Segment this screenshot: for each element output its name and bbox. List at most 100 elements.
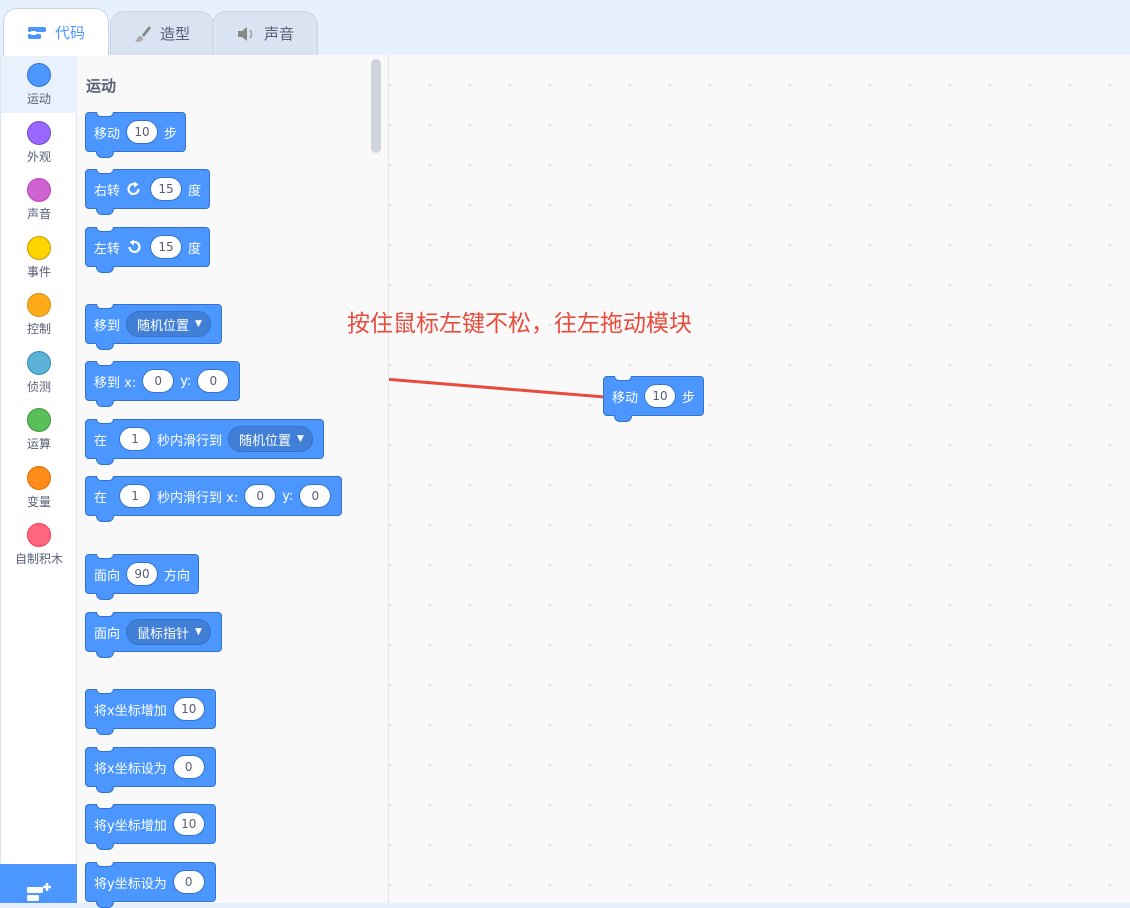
tab-code[interactable]: 代码 <box>3 8 109 56</box>
dx-input[interactable]: 10 <box>172 697 205 721</box>
dropdown-value: 鼠标指针 <box>137 626 190 642</box>
block-text: y: <box>282 488 294 504</box>
tab-costumes-label: 造型 <box>159 25 190 43</box>
variables-dot-icon <box>27 466 51 490</box>
block-text: 步 <box>682 390 696 406</box>
category-label: 变量 <box>26 495 51 509</box>
seconds-input[interactable]: 1 <box>119 427 152 451</box>
block-text: 将y坐标增加 <box>94 818 167 834</box>
dy-input[interactable]: 10 <box>172 812 205 836</box>
block-set-x[interactable]: 将x坐标设为 0 <box>85 747 216 793</box>
caret-down-icon: ▼ <box>297 434 304 444</box>
add-extension-icon <box>25 882 53 906</box>
category-looks[interactable]: 外观 <box>1 113 77 171</box>
category-label: 事件 <box>26 265 51 279</box>
category-menu: 运动 外观 声音 事件 控制 侦测 运算 变量 自制积木 <box>0 55 77 903</box>
category-label: 运算 <box>26 437 51 451</box>
palette-scrollbar[interactable] <box>371 59 381 153</box>
caret-down-icon: ▼ <box>195 319 202 329</box>
block-glide-xy[interactable]: 在 1 秒内滑行到 x: 0 y: 0 <box>85 476 343 522</box>
block-text: 秒内滑行到 <box>157 433 223 449</box>
block-point-direction[interactable]: 面向 90 方向 <box>85 554 200 600</box>
editor-tabs: 代码 造型 声音 <box>0 0 1130 56</box>
block-text: 面向 <box>94 568 121 584</box>
control-dot-icon <box>27 293 51 317</box>
block-text: 将x坐标设为 <box>94 761 167 777</box>
events-dot-icon <box>27 236 51 260</box>
category-label: 侦测 <box>26 380 51 394</box>
tab-sounds-label: 声音 <box>263 25 294 43</box>
rotate-clockwise-icon <box>126 181 142 197</box>
block-text: 在 <box>94 433 108 449</box>
y-input[interactable]: 0 <box>197 369 230 393</box>
dropdown-value: 随机位置 <box>239 433 292 449</box>
tab-code-label: 代码 <box>54 24 85 42</box>
category-operators[interactable]: 运算 <box>1 400 77 458</box>
seconds-input[interactable]: 1 <box>119 484 152 508</box>
arrow-left-icon <box>389 377 618 400</box>
goto-target-dropdown[interactable]: 随机位置 ▼ <box>126 311 211 337</box>
block-turn-left[interactable]: 左转 15 度 <box>85 227 211 273</box>
script-workspace[interactable]: 按住鼠标左键不松，往左拖动模块 移动 10 步 <box>347 55 1130 903</box>
block-palette: 运动 移动 10 步 右转 15 度 左转 15 度 移到 随机位置 ▼ 移到 x… <box>77 55 389 908</box>
degrees-input[interactable]: 15 <box>150 235 183 259</box>
y-input[interactable]: 0 <box>172 870 205 894</box>
block-glide[interactable]: 在 1 秒内滑行到 随机位置 ▼ <box>85 419 324 465</box>
y-input[interactable]: 0 <box>299 484 332 508</box>
category-control[interactable]: 控制 <box>1 285 77 343</box>
block-text: y: <box>180 373 192 389</box>
steps-input[interactable]: 10 <box>126 120 159 144</box>
palette-section-title: 运动 <box>86 77 117 95</box>
block-goto[interactable]: 移到 随机位置 ▼ <box>85 304 222 350</box>
dragged-block-move-steps[interactable]: 移动 10 步 <box>603 376 705 422</box>
block-text: 将y坐标设为 <box>94 876 167 892</box>
steps-input[interactable]: 10 <box>644 384 677 408</box>
block-text: 将x坐标增加 <box>94 703 167 719</box>
my-blocks-dot-icon <box>27 523 51 547</box>
paintbrush-icon <box>134 25 152 43</box>
block-point-towards[interactable]: 面向 鼠标指针 ▼ <box>85 612 222 658</box>
x-input[interactable]: 0 <box>244 484 277 508</box>
rotate-counterclockwise-icon <box>126 239 142 255</box>
x-input[interactable]: 0 <box>172 755 205 779</box>
block-text: 移到 x: <box>94 375 137 391</box>
block-text: 面向 <box>94 626 121 642</box>
block-turn-right[interactable]: 右转 15 度 <box>85 169 211 215</box>
add-extension-button[interactable] <box>0 864 77 903</box>
category-my-blocks[interactable]: 自制积木 <box>1 515 77 573</box>
block-text: 左转 <box>94 241 121 257</box>
category-motion[interactable]: 运动 <box>1 55 77 113</box>
category-sensing[interactable]: 侦测 <box>1 343 77 401</box>
block-text: 度 <box>188 183 202 199</box>
category-label: 控制 <box>26 322 51 336</box>
block-text: 秒内滑行到 x: <box>157 490 239 506</box>
block-text: 移动 <box>94 126 121 142</box>
category-label: 声音 <box>26 207 51 221</box>
glide-target-dropdown[interactable]: 随机位置 ▼ <box>228 426 313 452</box>
block-text: 移到 <box>94 318 121 334</box>
motion-dot-icon <box>27 63 51 87</box>
block-text: 度 <box>188 241 202 257</box>
caret-down-icon: ▼ <box>195 627 202 637</box>
direction-input[interactable]: 90 <box>126 562 159 586</box>
category-variables[interactable]: 变量 <box>1 458 77 516</box>
block-text: 右转 <box>94 183 121 199</box>
category-events[interactable]: 事件 <box>1 228 77 286</box>
tab-sounds[interactable]: 声音 <box>212 11 318 55</box>
block-move-steps[interactable]: 移动 10 步 <box>85 112 187 158</box>
block-change-y[interactable]: 将y坐标增加 10 <box>85 804 216 850</box>
category-label: 运动 <box>26 92 51 106</box>
block-change-x[interactable]: 将x坐标增加 10 <box>85 689 216 735</box>
tab-costumes[interactable]: 造型 <box>110 11 214 55</box>
towards-target-dropdown[interactable]: 鼠标指针 ▼ <box>126 619 211 645</box>
category-sound[interactable]: 声音 <box>1 170 77 228</box>
block-set-y[interactable]: 将y坐标设为 0 <box>85 862 216 908</box>
degrees-input[interactable]: 15 <box>150 177 183 201</box>
x-input[interactable]: 0 <box>142 369 175 393</box>
block-text: 在 <box>94 490 108 506</box>
sound-dot-icon <box>27 178 51 202</box>
block-goto-xy[interactable]: 移到 x: 0 y: 0 <box>85 361 241 407</box>
category-label: 自制积木 <box>14 552 63 566</box>
sensing-dot-icon <box>27 351 51 375</box>
operators-dot-icon <box>27 408 51 432</box>
